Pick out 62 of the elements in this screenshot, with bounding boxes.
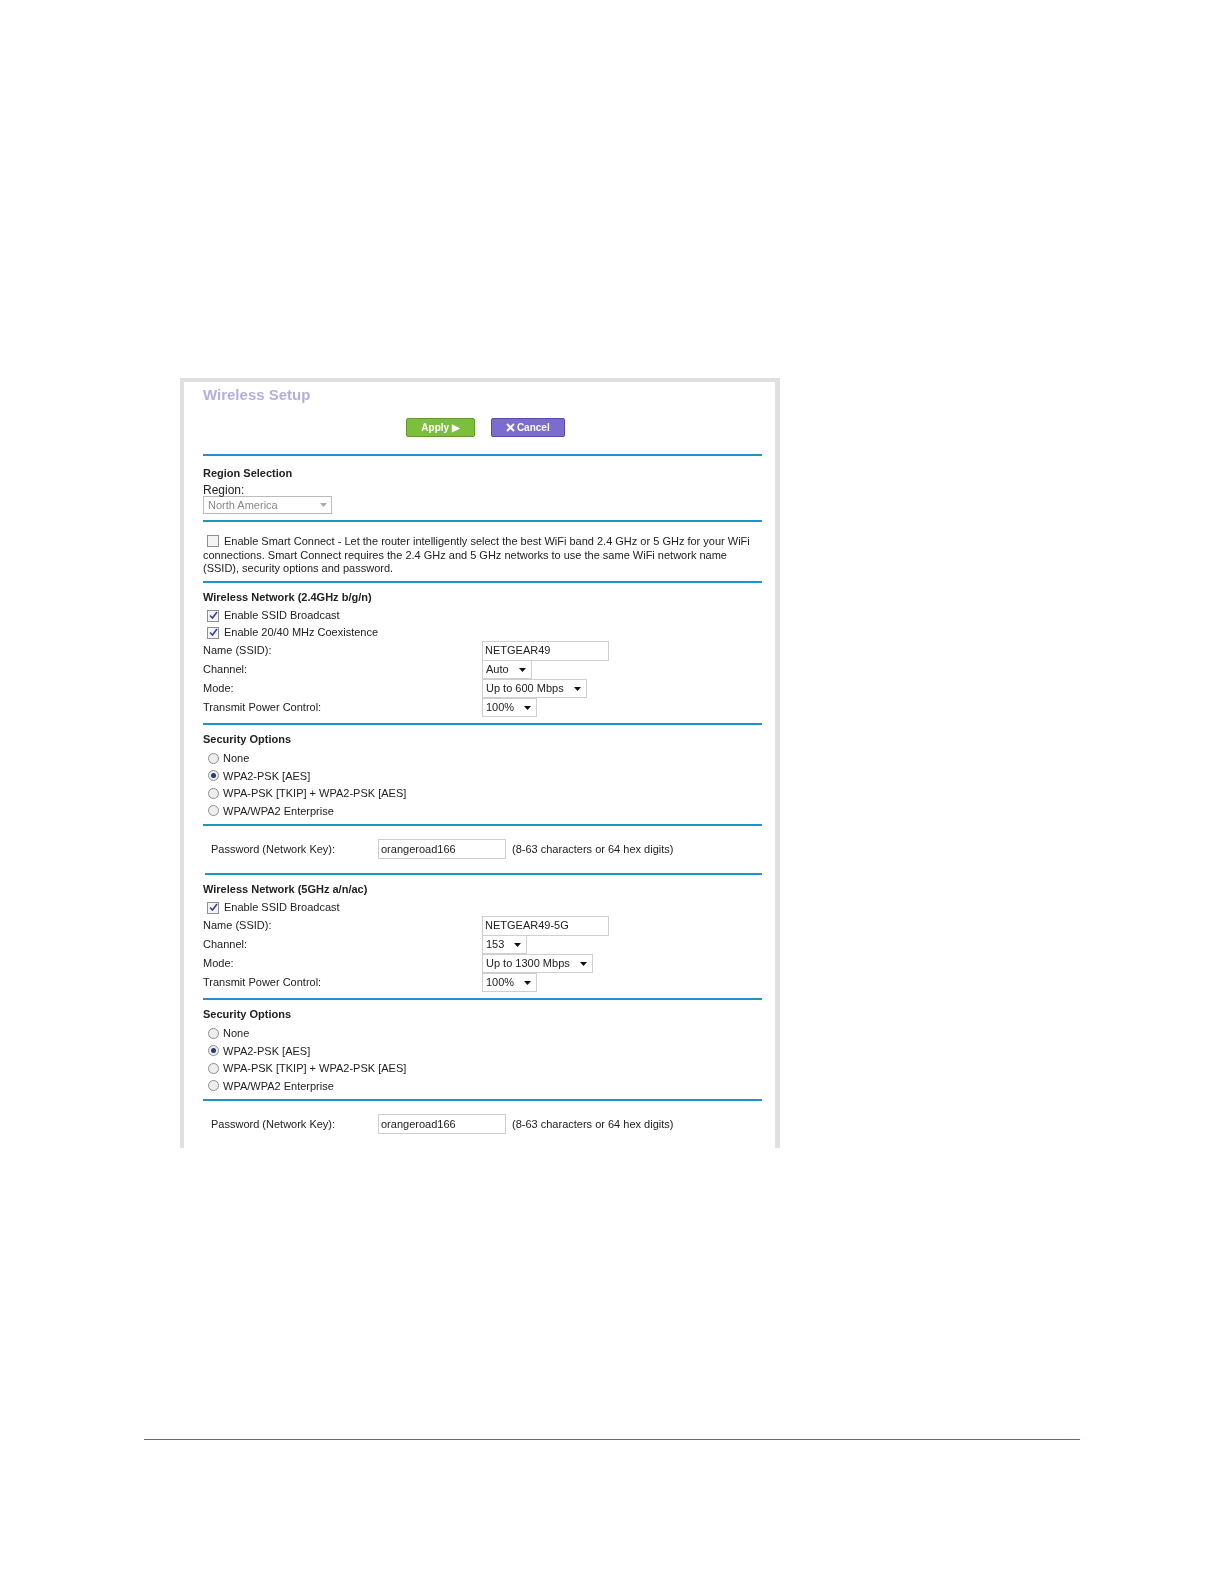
checkbox[interactable] (207, 901, 219, 914)
radio-button[interactable] (208, 787, 219, 799)
dropdown[interactable]: Up to 1300 Mbps (482, 954, 593, 973)
smart-connect-checkbox[interactable]: Enable Smart Connect - Let the router intelligently select the best WiFi band 2.4 GHz or 5 GHz for your WiFi connections. Smart Connect requires the 2.4 GHz and 5 GHz networks to use the same WiFi network name (SSID), security options and password. (203, 535, 762, 576)
radio-label: WPA/WPA2 Enterprise (223, 1078, 334, 1094)
radio-button[interactable] (208, 805, 219, 817)
section-heading: Wireless Network (2.4GHz b/g/n) (203, 589, 373, 605)
field-label: Channel: (203, 937, 249, 953)
field-label: Password (Network Key): (211, 1116, 337, 1132)
region-dropdown[interactable]: North America (203, 496, 332, 514)
checkbox-label: Enable SSID Broadcast (224, 608, 340, 624)
radio-label: WPA/WPA2 Enterprise (223, 803, 334, 819)
dropdown[interactable]: Auto (482, 660, 532, 679)
caret-icon (573, 686, 581, 691)
hint-text: (8-63 characters or 64 hex digits) (512, 1116, 674, 1132)
caret-icon (524, 705, 532, 710)
section-heading: Security Options (203, 732, 293, 747)
checkbox[interactable] (207, 626, 219, 639)
caret-icon (514, 942, 522, 947)
cancel-button[interactable]: Cancel (490, 418, 565, 437)
field-label: Name (SSID): (203, 643, 273, 659)
radio-label: WPA2-PSK [AES] (223, 1043, 311, 1059)
radio-label: None (223, 1026, 250, 1041)
section-heading: Region Selection (203, 466, 294, 481)
caret-icon (579, 961, 587, 966)
radio-label: WPA-PSK [TKIP] + WPA2-PSK [AES] (223, 1061, 407, 1076)
hint-text: (8-63 characters or 64 hex digits) (512, 841, 674, 857)
radio-label: WPA2-PSK [AES] (223, 768, 311, 784)
dropdown[interactable]: 100% (482, 973, 538, 992)
field-label: Transmit Power Control: (203, 975, 323, 991)
radio-label: WPA-PSK [TKIP] + WPA2-PSK [AES] (223, 786, 407, 801)
caret-icon (518, 667, 526, 672)
password-field[interactable]: orangeroad166 (378, 1114, 506, 1134)
field-label: Mode: (203, 681, 235, 697)
section-heading: Wireless Network (5GHz a/n/ac) (203, 881, 369, 897)
radio-label: None (223, 751, 250, 766)
dropdown[interactable]: Up to 600 Mbps (482, 679, 587, 698)
page-title: Wireless Setup (203, 385, 312, 405)
radio-button[interactable] (208, 752, 219, 764)
password-field[interactable]: orangeroad166 (378, 839, 506, 859)
checkbox[interactable] (207, 609, 219, 622)
field-label: Name (SSID): (203, 918, 273, 934)
dropdown[interactable]: 100% (482, 698, 538, 717)
field-label: Password (Network Key): (211, 841, 337, 857)
text-field[interactable]: NETGEAR49 (482, 640, 609, 661)
radio-button[interactable] (208, 1045, 219, 1057)
radio-button[interactable] (208, 770, 219, 782)
text-field[interactable]: NETGEAR49-5G (482, 915, 609, 936)
dropdown[interactable]: 153 (482, 935, 528, 954)
section-heading: Security Options (203, 1007, 293, 1022)
field-label: Mode: (203, 956, 235, 972)
radio-button[interactable] (208, 1027, 219, 1039)
field-label: Region: (203, 482, 246, 496)
close-icon (505, 423, 515, 432)
radio-button[interactable] (208, 1080, 219, 1092)
checkbox-label: Enable SSID Broadcast (224, 900, 340, 916)
checkbox-label: Enable 20/40 MHz Coexistence (224, 625, 379, 641)
caret-icon (320, 503, 327, 507)
field-label: Channel: (203, 662, 249, 678)
caret-icon (524, 980, 532, 985)
field-label: Transmit Power Control: (203, 700, 323, 716)
radio-button[interactable] (208, 1062, 219, 1074)
